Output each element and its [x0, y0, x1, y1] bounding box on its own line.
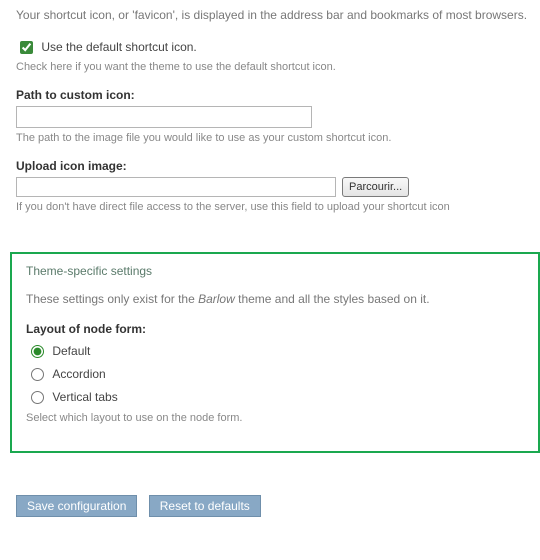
- reset-to-defaults-button[interactable]: Reset to defaults: [149, 495, 261, 517]
- theme-specific-settings-intro: These settings only exist for the Barlow…: [26, 290, 524, 308]
- use-default-shortcut-icon-checkbox[interactable]: [20, 41, 33, 54]
- use-default-shortcut-icon-label: Use the default shortcut icon.: [41, 40, 196, 54]
- layout-option-vertical-tabs-label: Vertical tabs: [52, 390, 117, 404]
- path-to-custom-icon-desc: The path to the image file you would lik…: [16, 131, 540, 147]
- upload-icon-image-desc: If you don't have direct file access to …: [16, 200, 540, 216]
- upload-icon-image-input[interactable]: [16, 177, 336, 197]
- theme-specific-settings-fieldset: Theme-specific settings These settings o…: [10, 252, 540, 453]
- layout-of-node-form-label: Layout of node form:: [26, 322, 524, 336]
- layout-of-node-form-desc: Select which layout to use on the node f…: [26, 411, 524, 427]
- layout-option-accordion-label: Accordion: [52, 367, 105, 381]
- upload-icon-image-label: Upload icon image:: [16, 159, 540, 173]
- layout-option-default-label: Default: [52, 344, 90, 358]
- layout-option-accordion-radio[interactable]: [31, 368, 44, 381]
- save-configuration-button[interactable]: Save configuration: [16, 495, 137, 517]
- layout-option-default-radio[interactable]: [31, 345, 44, 358]
- path-to-custom-icon-input[interactable]: [16, 106, 312, 128]
- browse-button[interactable]: Parcourir...: [342, 177, 409, 197]
- layout-option-vertical-tabs-radio[interactable]: [31, 391, 44, 404]
- use-default-shortcut-icon-desc: Check here if you want the theme to use …: [16, 60, 540, 76]
- theme-specific-settings-legend: Theme-specific settings: [26, 264, 524, 284]
- path-to-custom-icon-label: Path to custom icon:: [16, 88, 540, 102]
- favicon-intro: Your shortcut icon, or 'favicon', is dis…: [16, 6, 540, 24]
